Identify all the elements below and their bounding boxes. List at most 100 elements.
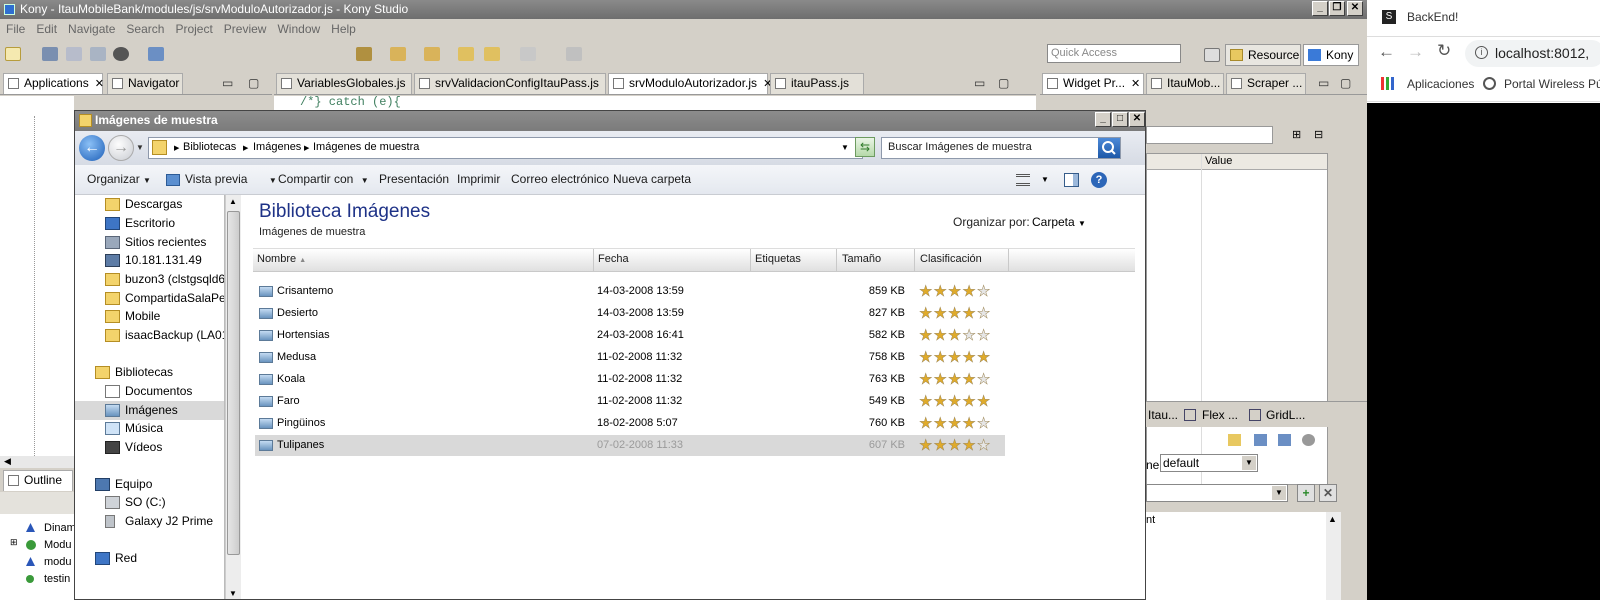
- star-filled-icon[interactable]: ★: [933, 437, 947, 455]
- maximize-view-icon[interactable]: ▢: [1340, 76, 1351, 90]
- tab-itau[interactable]: Itau...: [1148, 408, 1178, 422]
- text-area-scrollbar[interactable]: ▲: [1326, 512, 1341, 600]
- new-folder-button[interactable]: Nueva carpeta: [613, 172, 691, 186]
- chrome-tab-title[interactable]: BackEnd!: [1407, 10, 1458, 24]
- column-rating[interactable]: Clasificación: [920, 253, 982, 265]
- star-filled-icon[interactable]: ★: [919, 415, 933, 433]
- star-empty-icon[interactable]: ★: [977, 437, 991, 455]
- wand-icon[interactable]: [356, 47, 372, 61]
- star-filled-icon[interactable]: ★: [962, 437, 976, 455]
- nav-item-galaxy[interactable]: Galaxy J2 Prime: [105, 512, 213, 531]
- star-filled-icon[interactable]: ★: [919, 283, 933, 301]
- star-empty-icon[interactable]: ★: [977, 371, 991, 389]
- maximize-view-icon[interactable]: ▢: [248, 76, 259, 90]
- tab-srv-modulo-autorizador[interactable]: srvModuloAutorizador.js ✕: [608, 73, 772, 94]
- nav-item-libraries[interactable]: Bibliotecas: [95, 363, 173, 382]
- star-filled-icon[interactable]: ★: [977, 393, 991, 411]
- nav-item-music[interactable]: Música: [105, 419, 163, 438]
- tab-flex[interactable]: Flex ...: [1202, 408, 1238, 422]
- star-filled-icon[interactable]: ★: [933, 415, 947, 433]
- file-row[interactable]: Tulipanes 07-02-2008 11:33 607 KB ★★★★★: [255, 435, 1005, 456]
- file-row[interactable]: Crisantemo 14-03-2008 13:59 859 KB ★★★★★: [255, 281, 1005, 302]
- close-tab-icon[interactable]: ✕: [95, 78, 104, 90]
- export-icon[interactable]: [1278, 434, 1291, 446]
- email-button[interactable]: Correo electrónico: [511, 172, 609, 186]
- star-filled-icon[interactable]: ★: [948, 371, 962, 389]
- print-button[interactable]: Imprimir: [457, 172, 500, 186]
- file-row[interactable]: Desierto 14-03-2008 13:59 827 KB ★★★★★: [255, 303, 1005, 324]
- column-separator[interactable]: [914, 249, 915, 272]
- close-tab-icon[interactable]: ✕: [1131, 78, 1140, 90]
- properties-filter-input[interactable]: [1146, 126, 1273, 144]
- star-filled-icon[interactable]: ★: [919, 305, 933, 323]
- nav-item-isaac-backup[interactable]: isaacBackup (LA01D4: [105, 326, 224, 345]
- skin-select[interactable]: ▼: [1146, 484, 1288, 502]
- nav-item-network[interactable]: Red: [95, 549, 137, 568]
- rating-stars[interactable]: ★★★★★: [919, 369, 991, 390]
- new-file-icon[interactable]: [5, 47, 21, 61]
- file-row[interactable]: Hortensias 24-03-2008 16:41 582 KB ★★★★★: [255, 325, 1005, 346]
- file-row[interactable]: Faro 11-02-2008 11:32 549 KB ★★★★★: [255, 391, 1005, 412]
- pin-editor-icon[interactable]: [566, 47, 582, 61]
- arrange-by-dropdown[interactable]: Carpeta ▼: [1032, 215, 1086, 229]
- star-filled-icon[interactable]: ★: [948, 305, 962, 323]
- star-empty-icon[interactable]: ★: [977, 283, 991, 301]
- restore-icon[interactable]: ❐: [1329, 1, 1345, 16]
- file-row[interactable]: Koala 11-02-2008 11:32 763 KB ★★★★★: [255, 369, 1005, 390]
- chevron-down-icon[interactable]: ▼: [1041, 175, 1049, 184]
- scroll-left-icon[interactable]: ◀: [4, 456, 11, 467]
- preview-button[interactable]: Vista previa ▼: [185, 172, 277, 186]
- slideshow-button[interactable]: Presentación: [379, 172, 449, 186]
- back-arrow-icon[interactable]: ←: [79, 135, 105, 161]
- last-edit-icon[interactable]: [458, 47, 474, 61]
- nav-item-downloads[interactable]: Descargas: [105, 195, 182, 214]
- column-separator[interactable]: [836, 249, 837, 272]
- star-empty-icon[interactable]: ★: [977, 327, 991, 345]
- chevron-right-icon[interactable]: ▶: [304, 144, 309, 152]
- star-filled-icon[interactable]: ★: [919, 371, 933, 389]
- star-filled-icon[interactable]: ★: [962, 349, 976, 367]
- tab-srv-validacion[interactable]: srvValidacionConfigItauPass.js: [414, 73, 606, 94]
- star-filled-icon[interactable]: ★: [948, 415, 962, 433]
- star-filled-icon[interactable]: ★: [933, 327, 947, 345]
- remove-icon[interactable]: ✕: [1319, 484, 1337, 502]
- nav-item-recent[interactable]: Sitios recientes: [105, 233, 206, 252]
- column-separator[interactable]: [593, 249, 594, 272]
- breadcrumb-item[interactable]: Bibliotecas: [183, 141, 236, 153]
- back-icon[interactable]: [484, 47, 500, 61]
- perspective-resource[interactable]: Resource: [1225, 44, 1301, 66]
- star-filled-icon[interactable]: ★: [948, 283, 962, 301]
- search-input[interactable]: Buscar Imágenes de muestra: [881, 137, 1121, 159]
- search-icon[interactable]: [1098, 138, 1120, 158]
- star-filled-icon[interactable]: ★: [962, 305, 976, 323]
- rating-stars[interactable]: ★★★★★: [919, 303, 991, 324]
- star-filled-icon[interactable]: ★: [919, 327, 933, 345]
- rating-stars[interactable]: ★★★★★: [919, 325, 991, 346]
- menu-navigate[interactable]: Navigate: [62, 19, 120, 36]
- star-filled-icon[interactable]: ★: [933, 349, 947, 367]
- nav-item-buzon3[interactable]: buzon3 (clstgsqld63): [105, 270, 224, 289]
- column-size[interactable]: Tamaño: [842, 253, 881, 265]
- nav-item-desktop[interactable]: Escritorio: [105, 214, 175, 233]
- tab-widget-properties[interactable]: Widget Pr... ✕: [1042, 73, 1144, 94]
- star-filled-icon[interactable]: ★: [933, 371, 947, 389]
- file-row[interactable]: Medusa 11-02-2008 11:32 758 KB ★★★★★: [255, 347, 1005, 368]
- minimize-icon[interactable]: _: [1312, 1, 1328, 16]
- chevron-down-icon[interactable]: ▼: [841, 143, 849, 152]
- view-options-icon[interactable]: [1016, 174, 1030, 186]
- collapse-all-icon[interactable]: ⊟: [1314, 128, 1323, 141]
- nav-item-mobile[interactable]: Mobile: [105, 307, 160, 326]
- star-filled-icon[interactable]: ★: [948, 393, 962, 411]
- next-annotation-icon[interactable]: [390, 47, 406, 61]
- refresh-icon[interactable]: ⇆: [855, 137, 875, 157]
- star-filled-icon[interactable]: ★: [919, 393, 933, 411]
- star-filled-icon[interactable]: ★: [919, 437, 933, 455]
- save-icon[interactable]: [42, 47, 58, 61]
- nav-item-drive-c[interactable]: SO (C:): [105, 493, 166, 512]
- star-filled-icon[interactable]: ★: [933, 283, 947, 301]
- minimize-view-icon[interactable]: ▭: [222, 76, 233, 90]
- maximize-icon[interactable]: □: [1112, 112, 1128, 127]
- close-icon[interactable]: ✕: [1129, 112, 1145, 127]
- star-empty-icon[interactable]: ★: [977, 305, 991, 323]
- menu-preview[interactable]: Preview: [218, 19, 272, 36]
